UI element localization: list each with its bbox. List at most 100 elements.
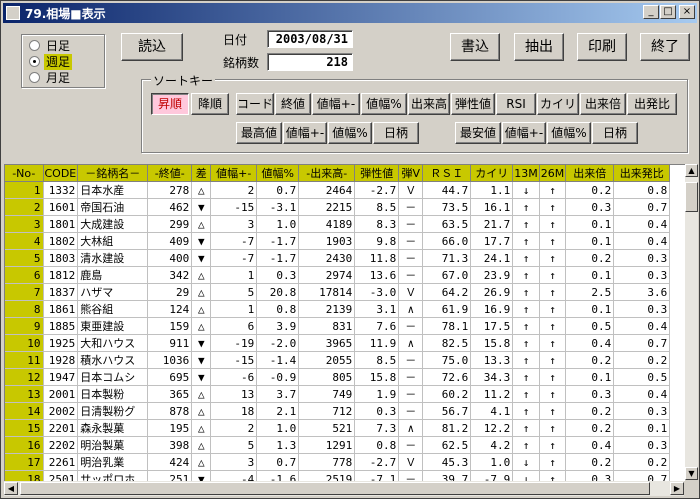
sort-high-button[interactable]: 最高値: [236, 122, 282, 144]
sort-close-button[interactable]: 終値: [275, 93, 311, 115]
table-cell: 0.8: [354, 436, 400, 454]
column-header[interactable]: カイリ: [470, 165, 514, 182]
stock-grid[interactable]: -No- CODE －銘柄名－ -終値- 差値幅+- 値幅% -出来高- 弾性値 弾V ＲＳＩ カイ…: [4, 164, 685, 481]
table-cell: 15.8: [470, 334, 514, 352]
column-header[interactable]: 弾性値: [354, 165, 400, 182]
table-cell: ▼: [191, 470, 212, 481]
table-row[interactable]: 8 1861 熊谷組 124 △ 1 0.8 2139 3.1 ∧ 61.9 16.9 ↑ ↑ 0.1 0.3: [5, 300, 671, 318]
table-cell: -7: [210, 249, 258, 267]
sort-volume-button[interactable]: 出来高: [408, 93, 450, 115]
column-header[interactable]: -No-: [5, 165, 44, 182]
table-row[interactable]: 13 2001 日本製粉 365 △ 13 3.7 749 1.9 － 60.2 11.2 ↑ ↑ 0.3 0…: [5, 385, 671, 403]
table-row[interactable]: 15 2201 森永製菓 195 △ 2 1.0 521 7.3 ∧ 81.2 12.2 ↑ ↑ 0.2 0.…: [5, 419, 671, 437]
maximize-button[interactable]: □: [660, 5, 676, 19]
column-header[interactable]: CODE: [43, 165, 79, 182]
table-cell: 0.3: [613, 300, 671, 318]
descending-button[interactable]: 降順: [191, 93, 229, 115]
table-row[interactable]: 2 1601 帝国石油 462 ▼ -15 -3.1 2215 8.5 － 73.5 16.1 ↑ ↑ 0.…: [5, 198, 671, 216]
column-header[interactable]: -終値-: [147, 165, 193, 182]
table-row[interactable]: 1 1332 日本水産 278 △ 2 0.7 2464 -2.7 Ｖ 44.7 1.1 ↓ ↑ 0.2 0.…: [5, 181, 671, 199]
sort-deviation-button[interactable]: カイリ: [537, 93, 579, 115]
vertical-scrollbar[interactable]: ▲ ▼: [685, 164, 698, 480]
sort-low-button[interactable]: 最安値: [455, 122, 501, 144]
ascending-button[interactable]: 昇順: [151, 93, 189, 115]
table-cell: 0.7: [613, 334, 671, 352]
table-cell: －: [398, 368, 424, 386]
date-label: 日付: [223, 33, 248, 47]
sort-low-days-button[interactable]: 日柄: [592, 122, 638, 144]
column-header[interactable]: 出来倍: [565, 165, 615, 182]
table-cell: ↓: [512, 181, 540, 199]
horizontal-scroll-thumb[interactable]: [20, 482, 650, 495]
sort-range-pct-button[interactable]: 値幅%: [361, 93, 407, 115]
column-header[interactable]: 差: [191, 165, 212, 182]
title-bar[interactable]: 79.相場■表示 _ □ ×: [3, 3, 697, 23]
column-header[interactable]: ＲＳＩ: [422, 165, 472, 182]
column-header[interactable]: 出来発比: [613, 165, 671, 182]
sort-high-range-button[interactable]: 値幅+-: [283, 122, 327, 144]
table-row[interactable]: 9 1885 東亜建設 159 △ 6 3.9 831 7.6 － 78.1 17.5 ↑ ↑ 0.5 0.4: [5, 317, 671, 335]
table-row[interactable]: 17 2261 明治乳業 424 △ 3 0.7 778 -2.7 Ｖ 45.3 1.0 ↓ ↑ 0.2 0.…: [5, 453, 671, 471]
scroll-left-button[interactable]: ◀: [4, 482, 18, 495]
table-row[interactable]: 10 1925 大和ハウス 911 ▼ -19 -2.0 3965 11.9 ∧ 82.5 15.8 ↑…: [5, 334, 671, 352]
minimize-button[interactable]: _: [643, 5, 659, 19]
table-cell: 409: [147, 232, 193, 250]
table-cell: 16: [5, 436, 44, 454]
close-button[interactable]: ×: [679, 5, 695, 19]
table-cell: ↑: [512, 436, 540, 454]
table-cell: -7.9: [470, 470, 514, 481]
sort-high-days-button[interactable]: 日柄: [373, 122, 419, 144]
date-field[interactable]: 2003/08/31: [267, 30, 353, 48]
table-row[interactable]: 14 2002 日清製粉グ 878 △ 18 2.1 712 0.3 － 56.7 4.1 ↑ ↑ 0.2 0…: [5, 402, 671, 420]
table-cell: 78.1: [422, 317, 472, 335]
table-row[interactable]: 7 1837 ハザマ 29 △ 5 20.8 17814 -3.0 Ｖ 64.2 26.9 ↑ ↑ 2.5 3…: [5, 283, 671, 301]
save-button[interactable]: 書込: [450, 33, 500, 61]
period-weekly-radio[interactable]: 週足: [27, 54, 111, 70]
column-header[interactable]: －銘柄名－: [77, 165, 149, 182]
radio-dot-selected[interactable]: [29, 56, 40, 67]
scroll-up-button[interactable]: ▲: [685, 164, 698, 177]
sort-low-range-button[interactable]: 値幅+-: [502, 122, 546, 144]
sort-volume-start-ratio-button[interactable]: 出発比: [627, 93, 677, 115]
sort-rsi-button[interactable]: RSI: [496, 93, 536, 115]
radio-dot[interactable]: [29, 40, 40, 51]
column-header[interactable]: 値幅%: [256, 165, 300, 182]
table-cell: 749: [298, 385, 356, 403]
table-row[interactable]: 6 1812 鹿島 342 △ 1 0.3 2974 13.6 － 67.0 23.9 ↑ ↑ 0.1 0.3: [5, 266, 671, 284]
table-cell: △: [191, 419, 212, 437]
radio-dot[interactable]: [29, 72, 40, 83]
column-header[interactable]: -出来高-: [298, 165, 356, 182]
sort-high-range-pct-button[interactable]: 値幅%: [328, 122, 372, 144]
table-row[interactable]: 12 1947 日本コムシ 695 ▼ -6 -0.9 805 15.8 － 72.6 34.3 ↑ ↑ 0…: [5, 368, 671, 386]
horizontal-scrollbar[interactable]: ◀ ▶: [4, 481, 684, 496]
table-row[interactable]: 18 2501 サッポロホ 251 ▼ -4 -1.6 2519 -7.1 － 39.7 -7.9 ↓ ↑…: [5, 470, 671, 481]
extract-button[interactable]: 抽出: [514, 33, 564, 61]
sort-elastic-button[interactable]: 弾性値: [451, 93, 495, 115]
scroll-down-button[interactable]: ▼: [685, 467, 698, 480]
table-cell: 0.4: [565, 436, 615, 454]
sort-volume-ratio-button[interactable]: 出来倍: [580, 93, 626, 115]
period-monthly-radio[interactable]: 月足: [27, 70, 111, 86]
table-row[interactable]: 5 1803 清水建設 400 ▼ -7 -1.7 2430 11.8 － 71.3 24.1 ↑ ↑ 0.…: [5, 249, 671, 267]
column-header[interactable]: 値幅+-: [210, 165, 258, 182]
vertical-scroll-thumb[interactable]: [685, 182, 698, 212]
table-row[interactable]: 3 1801 大成建設 299 △ 3 1.0 4189 8.3 － 63.5 21.7 ↑ ↑ 0.1 0.…: [5, 215, 671, 233]
print-button[interactable]: 印刷: [577, 33, 627, 61]
table-cell: －: [398, 215, 424, 233]
sort-low-range-pct-button[interactable]: 値幅%: [547, 122, 591, 144]
column-header[interactable]: 13M: [512, 165, 540, 182]
table-row[interactable]: 16 2202 明治製菓 398 △ 5 1.3 1291 0.8 － 62.5 4.2 ↑ ↑ 0.4 0.…: [5, 436, 671, 454]
count-field[interactable]: 218: [267, 53, 353, 71]
column-header[interactable]: 26M: [539, 165, 567, 182]
table-cell: 13.6: [354, 266, 400, 284]
sort-range-button[interactable]: 値幅+-: [312, 93, 360, 115]
period-daily-radio[interactable]: 日足: [27, 38, 111, 54]
column-header[interactable]: 弾V: [398, 165, 424, 182]
table-row[interactable]: 4 1802 大林組 409 ▼ -7 -1.7 1903 9.8 － 66.0 17.7 ↑ ↑ 0.1 0…: [5, 232, 671, 250]
sort-code-button[interactable]: コード: [236, 93, 274, 115]
table-row[interactable]: 11 1928 積水ハウス 1036 ▼ -15 -1.4 2055 8.5 － 75.0 13.3 ↑…: [5, 351, 671, 369]
table-cell: 278: [147, 181, 193, 199]
read-button[interactable]: 読込: [121, 33, 183, 61]
scroll-right-button[interactable]: ▶: [670, 482, 684, 495]
exit-button[interactable]: 終了: [640, 33, 690, 61]
